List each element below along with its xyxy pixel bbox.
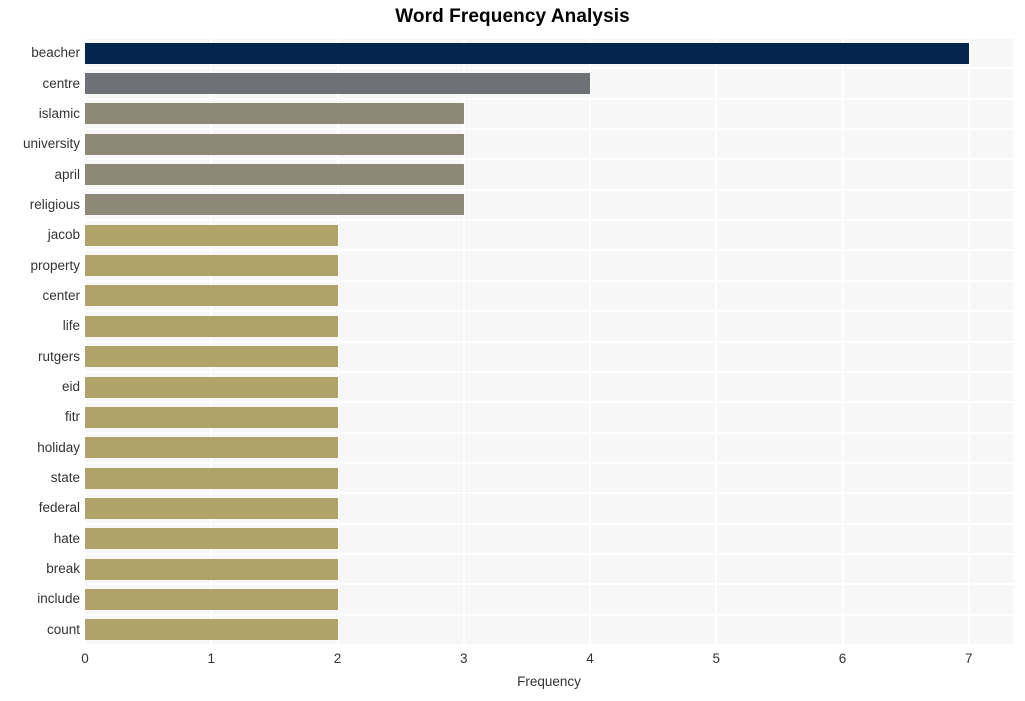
horizontal-gridline: [85, 401, 1013, 404]
x-tick-label: 4: [586, 651, 594, 666]
y-tick-label: hate: [53, 530, 80, 546]
y-tick-label: university: [22, 136, 80, 152]
horizontal-gridline: [85, 370, 1013, 373]
y-tick-label: fitr: [65, 409, 80, 425]
y-tick-label: islamic: [38, 105, 80, 121]
horizontal-gridline: [85, 552, 1013, 555]
horizontal-gridline: [85, 128, 1013, 131]
x-tick-label: 3: [460, 651, 468, 666]
bar[interactable]: [85, 285, 338, 307]
chart-title: Word Frequency Analysis: [395, 6, 630, 27]
vertical-gridline: [462, 38, 465, 645]
vertical-gridline: [589, 38, 592, 645]
y-tick-label: count: [46, 621, 80, 637]
bar[interactable]: [85, 467, 338, 489]
vertical-gridline: [715, 38, 718, 645]
bar[interactable]: [85, 73, 591, 95]
bar[interactable]: [85, 133, 464, 155]
y-tick-label: include: [37, 591, 80, 607]
vertical-gridline: [336, 38, 339, 645]
horizontal-gridline: [85, 249, 1013, 252]
y-tick-label: rutgers: [37, 348, 80, 364]
horizontal-gridline: [85, 613, 1013, 616]
y-tick-label: state: [50, 470, 80, 486]
x-axis-tick-labels: 0 1 2 3 4 5 6 7: [0, 645, 1025, 671]
x-tick-label: 0: [81, 651, 89, 666]
bar[interactable]: [85, 103, 464, 125]
x-tick-label: 7: [965, 651, 973, 666]
horizontal-gridline: [85, 461, 1013, 464]
horizontal-gridline: [85, 583, 1013, 586]
horizontal-gridline: [85, 219, 1013, 222]
vertical-gridline: [210, 38, 213, 645]
vertical-gridline: [85, 38, 86, 645]
x-axis-title: Frequency: [517, 674, 581, 689]
y-tick-label: jacob: [47, 227, 80, 243]
y-tick-label: center: [42, 287, 80, 303]
horizontal-gridline: [85, 67, 1013, 70]
horizontal-gridline: [85, 97, 1013, 100]
y-tick-label: property: [30, 257, 80, 273]
y-tick-label: april: [54, 166, 80, 182]
y-tick-label: federal: [38, 500, 80, 516]
y-axis-tick-labels: beacher centre islamic university april relig…: [0, 38, 80, 645]
horizontal-gridline: [85, 431, 1013, 434]
horizontal-gridline: [85, 340, 1013, 343]
x-tick-label: 1: [207, 651, 215, 666]
bar[interactable]: [85, 588, 338, 610]
bar[interactable]: [85, 619, 338, 641]
y-tick-label: break: [46, 561, 80, 577]
horizontal-gridline: [85, 522, 1013, 525]
x-tick-label: 6: [838, 651, 847, 666]
bar[interactable]: [85, 255, 338, 277]
bar[interactable]: [85, 42, 969, 64]
word-frequency-bar-chart: Word Frequency Analysis beacher centre isl…: [0, 0, 1025, 701]
y-tick-label: life: [62, 318, 80, 334]
bar[interactable]: [85, 497, 338, 519]
bar[interactable]: [85, 194, 464, 216]
bar[interactable]: [85, 376, 338, 398]
bar[interactable]: [85, 406, 338, 428]
horizontal-gridline: [85, 310, 1013, 313]
vertical-gridline: [967, 38, 970, 645]
horizontal-gridline: [85, 158, 1013, 161]
vertical-gridline: [841, 38, 844, 645]
horizontal-gridline: [85, 38, 1013, 39]
bar[interactable]: [85, 346, 338, 368]
x-tick-label: 2: [333, 651, 342, 666]
y-tick-label: eid: [61, 379, 80, 395]
y-tick-label: religious: [29, 196, 80, 212]
bar[interactable]: [85, 437, 338, 459]
bar[interactable]: [85, 315, 338, 337]
plot-area: [85, 38, 1013, 645]
horizontal-gridline: [85, 492, 1013, 495]
y-tick-label: holiday: [37, 439, 80, 455]
x-tick-label: 5: [712, 651, 721, 666]
horizontal-gridline: [85, 188, 1013, 191]
bar[interactable]: [85, 224, 338, 246]
bar[interactable]: [85, 164, 464, 186]
bar[interactable]: [85, 558, 338, 580]
y-tick-label: centre: [42, 75, 80, 91]
bar[interactable]: [85, 528, 338, 550]
horizontal-gridline: [85, 279, 1013, 282]
y-tick-label: beacher: [31, 45, 80, 61]
